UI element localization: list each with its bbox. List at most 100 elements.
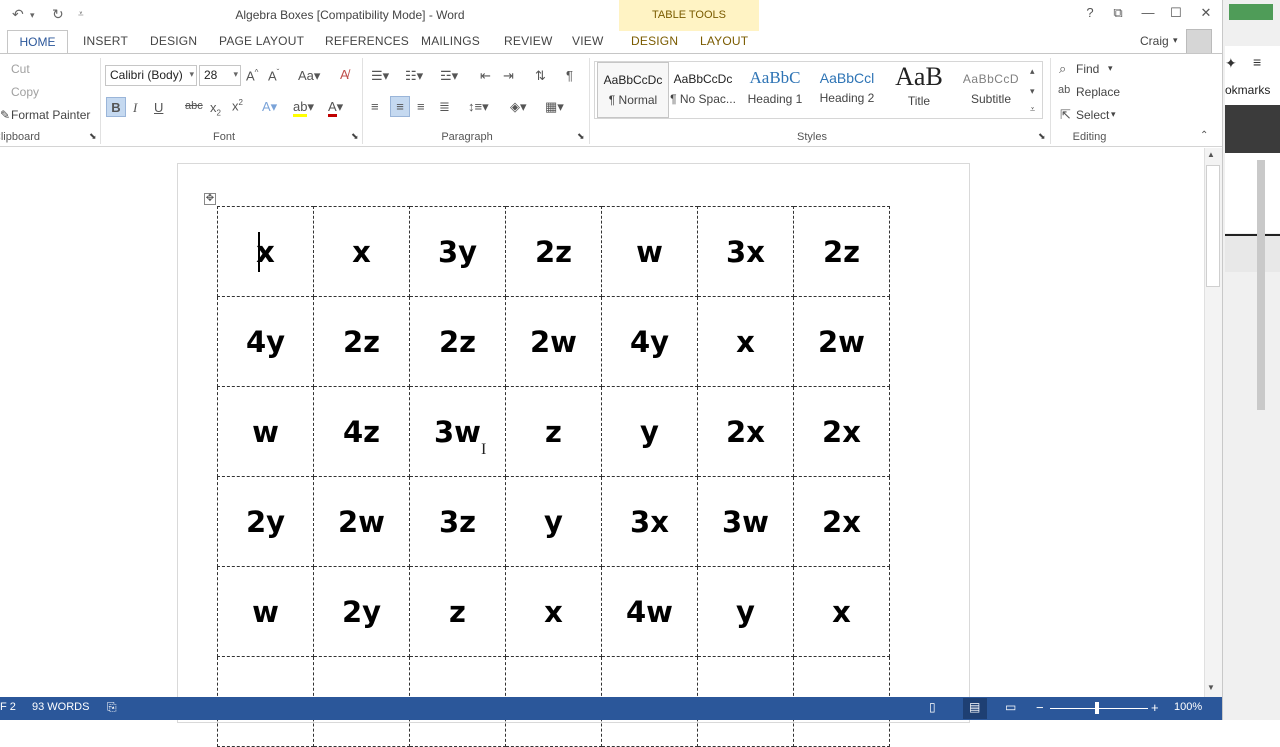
table-cell[interactable]: 3y [409, 206, 506, 297]
table-cell[interactable]: x [505, 566, 602, 657]
scroll-down-icon[interactable]: ▼ [1207, 683, 1215, 692]
bold-button[interactable]: B [106, 97, 126, 117]
collapse-ribbon-icon[interactable]: ⌃ [1200, 130, 1208, 141]
bookmarks-label[interactable]: okmarks [1225, 83, 1270, 97]
style-heading-2[interactable]: AaBbCcl Heading 2 [811, 62, 883, 118]
style-title[interactable]: AaB Title [883, 62, 955, 118]
word-count[interactable]: 93 WORDS [32, 701, 89, 713]
table-move-handle-icon[interactable]: ✥ [204, 193, 216, 205]
page-indicator[interactable]: F 2 [0, 701, 16, 713]
find-button[interactable]: Find [1076, 62, 1099, 76]
table-cell[interactable]: w [601, 206, 698, 297]
style-normal[interactable]: AaBbCcDc ¶ Normal [597, 62, 669, 118]
borders-icon[interactable]: ▦▾ [545, 99, 564, 115]
table-cell[interactable]: 3x [601, 476, 698, 567]
table-cell[interactable]: 3z [409, 476, 506, 567]
read-mode-icon[interactable]: ▯ [929, 700, 936, 714]
menu-icon[interactable]: ≡ [1253, 54, 1261, 70]
cut-button[interactable]: Cut [11, 62, 30, 76]
change-case-icon[interactable]: Aa▾ [298, 68, 320, 84]
zoom-out-icon[interactable]: − [1036, 700, 1044, 715]
table-cell[interactable]: 2x [793, 476, 890, 567]
user-dropdown-icon[interactable]: ▾ [1173, 35, 1178, 46]
table-cell[interactable]: 2z [505, 206, 602, 297]
increase-indent-icon[interactable]: ⇥ [503, 68, 514, 84]
gallery-up-icon[interactable]: ▴ [1030, 66, 1035, 77]
tab-home[interactable]: HOME [7, 30, 68, 54]
scroll-up-icon[interactable]: ▲ [1207, 150, 1215, 159]
table-cell[interactable]: 2y [217, 476, 314, 567]
proofing-icon[interactable]: ⎘ [107, 700, 117, 715]
tab-mailings[interactable]: MAILINGS [421, 34, 480, 48]
table-cell[interactable]: 2w [505, 296, 602, 387]
bookmark-icon[interactable]: ✦ [1225, 55, 1237, 72]
chevron-down-icon[interactable]: ▾ [1108, 63, 1113, 74]
replace-icon[interactable]: ab [1058, 84, 1070, 96]
tab-references[interactable]: REFERENCES [325, 34, 409, 48]
scrollbar-thumb[interactable] [1257, 160, 1265, 410]
table-cell[interactable]: 2z [313, 296, 410, 387]
table-cell[interactable]: 4w [601, 566, 698, 657]
font-size-combo[interactable]: 28 ▾ [199, 65, 241, 86]
gallery-down-icon[interactable]: ▾ [1030, 86, 1035, 97]
table-cell[interactable]: 2x [697, 386, 794, 477]
show-formatting-icon[interactable]: ¶ [566, 68, 573, 83]
table-cell[interactable]: 3w [409, 386, 506, 477]
highlight-icon[interactable]: ab▾ [293, 99, 314, 117]
copy-button[interactable]: Copy [11, 85, 39, 99]
font-color-icon[interactable]: A▾ [328, 99, 343, 117]
table-cell[interactable]: w [217, 386, 314, 477]
user-name[interactable]: Craig [1140, 34, 1169, 48]
strikethrough-icon[interactable]: abc [185, 100, 203, 112]
table-cell[interactable]: 2z [793, 206, 890, 297]
format-painter-button[interactable]: Format Painter [11, 108, 90, 122]
paragraph-launcher-icon[interactable]: ⬊ [577, 131, 585, 142]
zoom-slider[interactable] [1050, 708, 1148, 709]
help-icon[interactable]: ? [1078, 5, 1102, 20]
table-cell[interactable]: 4y [217, 296, 314, 387]
table-cell[interactable]: w [217, 566, 314, 657]
avatar[interactable] [1186, 29, 1212, 55]
subscript-icon[interactable]: x2 [210, 100, 221, 118]
close-icon[interactable]: ✕ [1194, 5, 1218, 21]
grow-font-icon[interactable]: A^ [246, 68, 258, 83]
zoom-slider-thumb[interactable] [1095, 702, 1099, 714]
style-subtitle[interactable]: AaBbCcD Subtitle [955, 62, 1027, 118]
align-right-icon[interactable]: ≡ [417, 99, 425, 114]
web-layout-icon[interactable]: ▭ [1005, 700, 1016, 714]
chevron-down-icon[interactable]: ▾ [1111, 109, 1116, 120]
clipboard-launcher-icon[interactable]: ⬊ [89, 131, 97, 142]
shrink-font-icon[interactable]: Aˇ [268, 68, 279, 83]
line-spacing-icon[interactable]: ↕≡▾ [468, 99, 489, 115]
ribbon-display-options-icon[interactable]: ⧉ [1106, 5, 1130, 21]
table-cell[interactable]: 2w [313, 476, 410, 567]
superscript-icon[interactable]: x2 [232, 98, 243, 113]
table-cell[interactable]: 2z [409, 296, 506, 387]
table-cell[interactable]: 4y [601, 296, 698, 387]
table-cell[interactable]: 2y [313, 566, 410, 657]
algebra-table[interactable]: x x 3y 2z w 3x 2z 4y 2z 2z 2w 4y x 2w w … [217, 206, 890, 747]
bullets-icon[interactable]: ☰▾ [371, 68, 389, 84]
table-cell[interactable]: x [313, 206, 410, 297]
table-cell[interactable]: y [505, 476, 602, 567]
table-cell[interactable]: 2w [793, 296, 890, 387]
select-button[interactable]: Select [1076, 108, 1109, 122]
tab-view[interactable]: VIEW [572, 34, 603, 48]
zoom-in-icon[interactable]: + [1151, 700, 1159, 715]
sort-icon[interactable]: ⇅ [535, 68, 546, 84]
table-cell[interactable]: z [409, 566, 506, 657]
scrollbar-thumb[interactable] [1206, 165, 1220, 287]
styles-launcher-icon[interactable]: ⬊ [1038, 131, 1046, 142]
tab-insert[interactable]: INSERT [83, 34, 128, 48]
justify-icon[interactable]: ≣ [439, 99, 450, 115]
font-launcher-icon[interactable]: ⬊ [351, 131, 359, 142]
decrease-indent-icon[interactable]: ⇤ [480, 68, 491, 84]
minimize-icon[interactable]: — [1136, 5, 1160, 20]
print-layout-button[interactable]: ▤ [963, 698, 987, 719]
style-heading-1[interactable]: AaBbC Heading 1 [739, 62, 811, 118]
table-cell[interactable]: y [601, 386, 698, 477]
align-left-icon[interactable]: ≡ [371, 99, 379, 114]
table-cell[interactable]: y [697, 566, 794, 657]
multilevel-list-icon[interactable]: ☲▾ [440, 68, 458, 84]
text-effects-icon[interactable]: A▾ [262, 99, 277, 115]
